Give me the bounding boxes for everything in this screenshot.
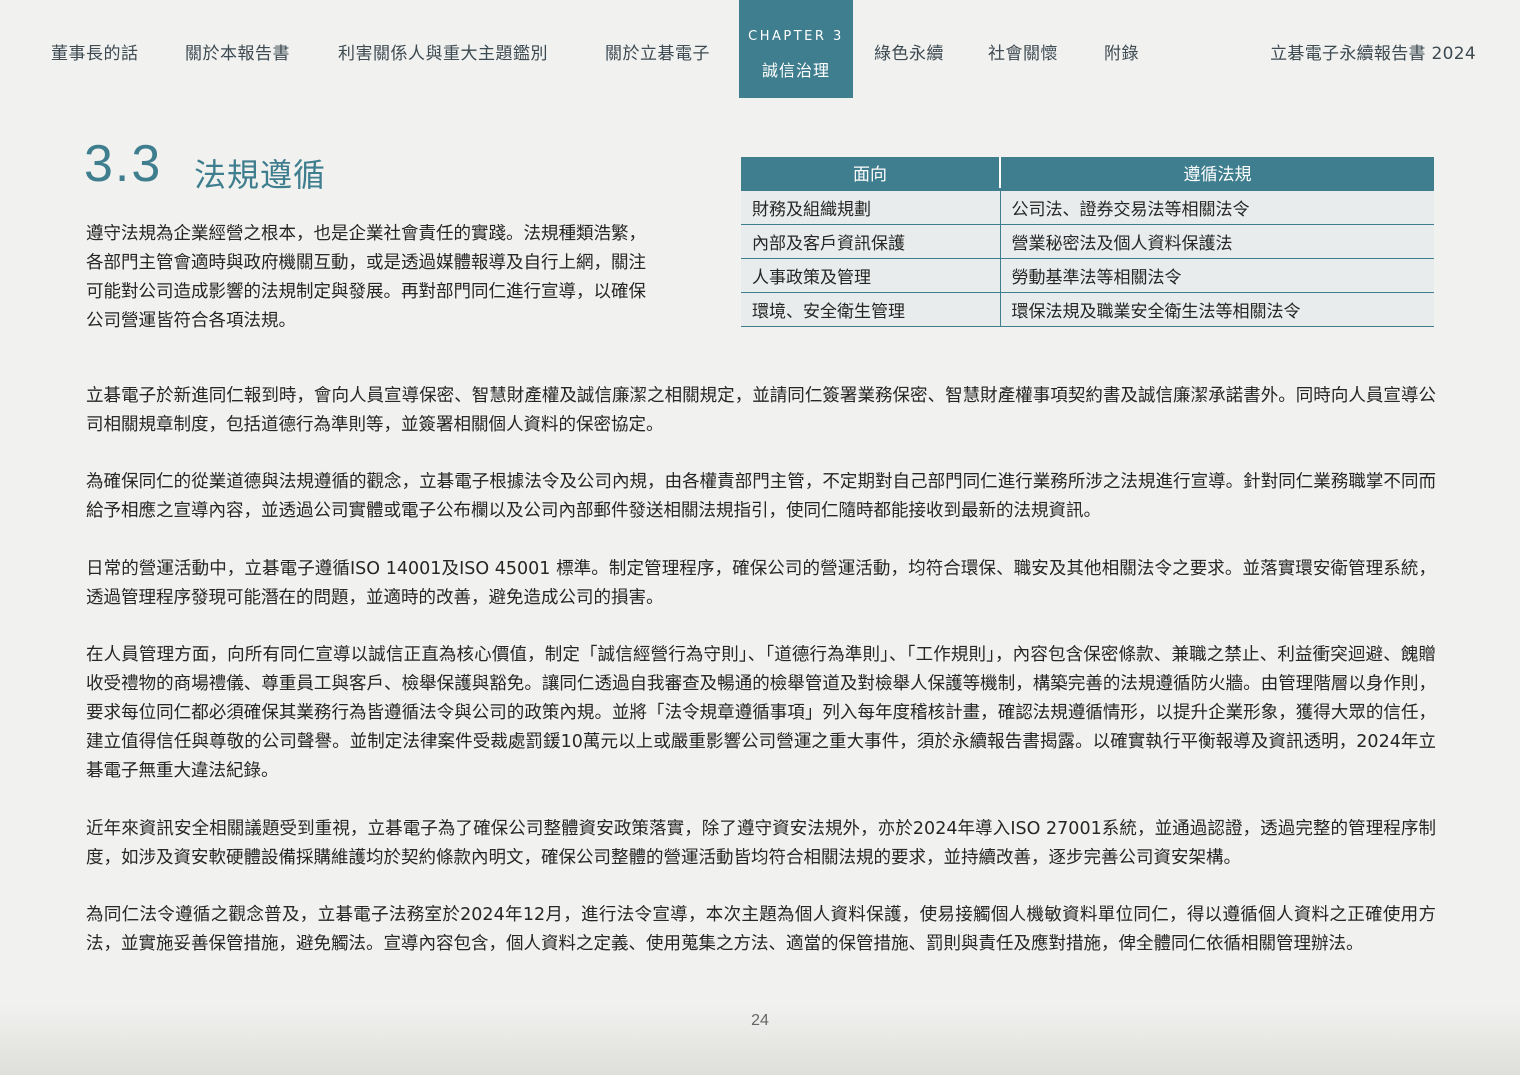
table-cell-regulation: 營業秘密法及個人資料保護法	[1000, 224, 1434, 259]
nav-item-green[interactable]: 綠色永續	[874, 39, 944, 64]
table-cell-regulation: 公司法、證券交易法等相關法令	[1000, 189, 1434, 225]
nav-item-about-company[interactable]: 關於立碁電子	[605, 39, 710, 64]
chapter-title: 誠信治理	[761, 61, 830, 80]
table-header-aspect: 面向	[741, 157, 1001, 191]
chapter-label: CHAPTER 3	[748, 29, 844, 44]
nav-item-chairman[interactable]: 董事長的話	[51, 39, 139, 64]
table-row: 財務及組織規劃 公司法、證券交易法等相關法令	[741, 189, 1434, 225]
body-paragraph: 近年來資訊安全相關議題受到重視，立碁電子為了確保公司整體資安政策落實，除了遵守資…	[86, 819, 1436, 868]
table-row: 環境、安全衛生管理 環保法規及職業安全衛生法等相關法令	[741, 292, 1434, 327]
body-paragraph: 為確保同仁的從業道德與法規遵循的觀念，立碁電子根據法令及公司內規，由各權責部門主…	[86, 472, 1436, 521]
section-number: 3.3	[84, 135, 163, 193]
table-cell-aspect: 內部及客戶資訊保護	[741, 224, 1001, 259]
nav-item-appendix[interactable]: 附錄	[1104, 39, 1139, 64]
nav-item-about-report[interactable]: 關於本報告書	[185, 39, 290, 64]
table-cell-aspect: 環境、安全衛生管理	[741, 292, 1001, 327]
body-paragraph: 為同仁法令遵循之觀念普及，立碁電子法務室於2024年12月，進行法令宣導，本次主…	[86, 905, 1436, 954]
intro-paragraph: 遵守法規為企業經營之根本，也是企業社會責任的實踐。法規種類浩繁，各部門主管會適時…	[86, 224, 646, 331]
body-paragraph: 在人員管理方面，向所有同仁宣導以誠信正直為核心價值，制定「誠信經營行為守則」、「…	[86, 645, 1436, 781]
table-cell-regulation: 勞動基準法等相關法令	[1000, 258, 1434, 293]
nav-item-stakeholders[interactable]: 利害關係人與重大主題鑑別	[338, 39, 548, 64]
report-title: 立碁電子永續報告書 2024	[1270, 44, 1476, 64]
table-cell-aspect: 人事政策及管理	[741, 258, 1001, 293]
nav-item-chapter-3[interactable]: CHAPTER 3 誠信治理	[739, 0, 853, 98]
table-header-regulations: 遵循法規	[1000, 157, 1434, 191]
body-paragraph: 立碁電子於新進同仁報到時，會向人員宣導保密、智慧財產權及誠信廉潔之相關規定，並請…	[86, 386, 1436, 435]
table-row: 人事政策及管理 勞動基準法等相關法令	[741, 258, 1434, 293]
section-title: 法規遵循	[194, 156, 327, 194]
nav-item-social[interactable]: 社會關懷	[988, 39, 1058, 64]
table-header-row: 面向 遵循法規	[741, 157, 1434, 191]
page-number: 24	[751, 1012, 769, 1029]
table-cell-regulation: 環保法規及職業安全衛生法等相關法令	[1000, 292, 1434, 327]
table-row: 內部及客戶資訊保護 營業秘密法及個人資料保護法	[741, 224, 1434, 259]
regulations-table: 面向 遵循法規 財務及組織規劃 公司法、證券交易法等相關法令 內部及客戶資訊保護…	[741, 157, 1434, 327]
body-paragraph: 日常的營運活動中，立碁電子遵循ISO 14001及ISO 45001 標準。制定…	[86, 559, 1436, 608]
table-cell-aspect: 財務及組織規劃	[741, 189, 1001, 225]
